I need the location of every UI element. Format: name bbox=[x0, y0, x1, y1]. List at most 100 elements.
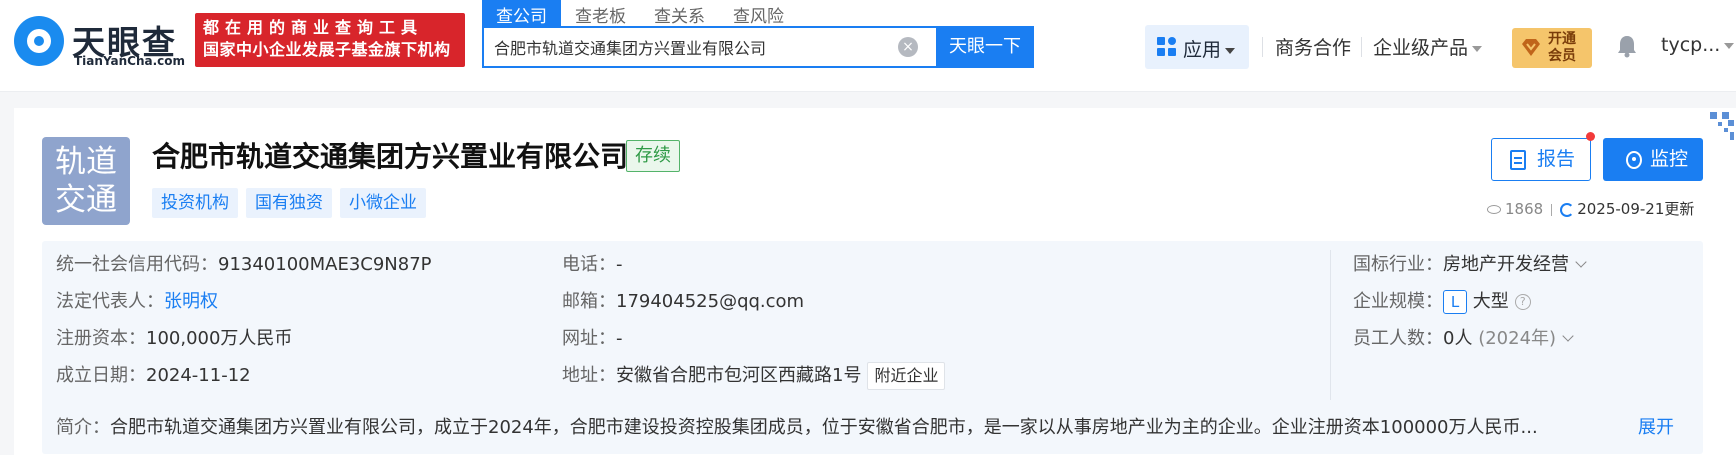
slogan-banner[interactable]: 都在用的商业查询工具 国家中小企业发展子基金旗下机构 bbox=[195, 13, 465, 67]
logo-domain: TianYanCha.com bbox=[74, 54, 186, 68]
email-row: 邮箱：179404525@qq.com bbox=[562, 287, 804, 313]
intro-row: 简介：合肥市轨道交通集团方兴置业有限公司，成立于2024年，合肥市建设投资控股集… bbox=[56, 413, 1626, 439]
chevron-down-icon bbox=[1724, 42, 1735, 49]
help-icon[interactable]: ? bbox=[1514, 294, 1531, 310]
staff-label: 员工人数： bbox=[1353, 328, 1443, 349]
diamond-icon bbox=[1522, 39, 1540, 56]
nav-divider bbox=[1361, 37, 1362, 57]
apps-grid-icon bbox=[1157, 37, 1177, 57]
legal-rep-link[interactable]: 张明权 bbox=[164, 291, 218, 312]
capital-row: 注册资本：100,000万人民币 bbox=[56, 324, 292, 350]
tab-relation[interactable]: 查关系 bbox=[640, 0, 719, 27]
address-label: 地址： bbox=[562, 365, 616, 386]
address-row: 地址：安徽省合肥市包河区西藏路1号 附近企业 bbox=[562, 361, 946, 390]
company-logo: 轨道 交通 bbox=[42, 137, 130, 225]
credit-code-row: 统一社会信用代码：91340100MAE3C9N87P bbox=[56, 250, 432, 276]
intro-text: 合肥市轨道交通集团方兴置业有限公司，成立于2024年，合肥市建设投资控股集团成员… bbox=[110, 417, 1538, 438]
capital-label: 注册资本： bbox=[56, 328, 146, 349]
vip-button[interactable]: 开通 会员 bbox=[1512, 28, 1592, 68]
phone-row: 电话：- bbox=[562, 250, 623, 276]
nav-business-cooperation[interactable]: 商务合作 bbox=[1275, 33, 1351, 60]
scale-label: 企业规模： bbox=[1353, 291, 1443, 312]
user-name: tycp... bbox=[1661, 34, 1721, 56]
founded-value: 2024-11-12 bbox=[146, 365, 251, 386]
report-button[interactable]: 报告 bbox=[1491, 138, 1591, 181]
column-divider bbox=[1330, 250, 1331, 400]
credit-code-value: 91340100MAE3C9N87P bbox=[218, 254, 432, 275]
staff-row: 员工人数：0人 (2024年) bbox=[1353, 324, 1574, 350]
email-value[interactable]: 179404525@qq.com bbox=[616, 291, 804, 312]
founded-label: 成立日期： bbox=[56, 365, 146, 386]
legal-rep-row: 法定代表人：张明权 bbox=[56, 287, 218, 313]
search-box: × 天眼一下 bbox=[482, 26, 1034, 68]
meta-divider bbox=[1551, 203, 1553, 216]
top-header: 天眼查 TianYanCha.com 都在用的商业查询工具 国家中小企业发展子基… bbox=[0, 0, 1736, 92]
bell-icon[interactable] bbox=[1616, 34, 1638, 58]
vip-label-line1: 开通 bbox=[1548, 31, 1576, 47]
view-count: 1868 bbox=[1505, 200, 1544, 218]
nav-divider bbox=[1262, 37, 1263, 57]
tab-risk[interactable]: 查风险 bbox=[719, 0, 798, 27]
intro-label: 简介： bbox=[56, 417, 110, 438]
search-tabs: 查公司 查老板 查关系 查风险 bbox=[482, 0, 798, 27]
notification-dot bbox=[1586, 132, 1595, 141]
scale-row: 企业规模： L 大型? bbox=[1353, 287, 1531, 314]
monitor-icon bbox=[1626, 151, 1642, 169]
page-meta: 1868 2025-09-21更新 bbox=[1487, 198, 1694, 219]
tag-investment-institution[interactable]: 投资机构 bbox=[152, 188, 238, 218]
site-logo[interactable]: 天眼查 TianYanCha.com bbox=[14, 16, 186, 70]
status-badge: 存续 bbox=[626, 140, 680, 172]
chevron-down-icon bbox=[1225, 47, 1236, 54]
slogan-line1: 都在用的商业查询工具 bbox=[203, 18, 424, 37]
staff-value: 0人 bbox=[1443, 328, 1473, 349]
search-input[interactable] bbox=[494, 28, 884, 66]
eye-logo-icon bbox=[14, 16, 64, 66]
clear-icon[interactable]: × bbox=[898, 37, 918, 57]
nav-enterprise-label: 企业级产品 bbox=[1373, 37, 1469, 59]
chevron-down-icon bbox=[1472, 45, 1483, 52]
founded-row: 成立日期：2024-11-12 bbox=[56, 361, 251, 387]
industry-label: 国标行业： bbox=[1353, 254, 1443, 275]
monitor-button[interactable]: 监控 bbox=[1603, 138, 1703, 181]
address-value: 安徽省合肥市包河区西藏路1号 bbox=[616, 365, 862, 386]
report-label: 报告 bbox=[1537, 148, 1576, 170]
chevron-down-icon[interactable] bbox=[1562, 330, 1574, 342]
document-icon bbox=[1510, 150, 1526, 170]
company-logo-line2: 交通 bbox=[55, 182, 117, 218]
nearby-companies-button[interactable]: 附近企业 bbox=[867, 362, 946, 390]
eye-icon bbox=[1487, 205, 1501, 214]
email-label: 邮箱： bbox=[562, 291, 616, 312]
website-row: 网址：- bbox=[562, 324, 623, 350]
scale-badge: L bbox=[1443, 290, 1467, 314]
apps-label: 应用 bbox=[1183, 39, 1222, 61]
legal-rep-label: 法定代表人： bbox=[56, 291, 164, 312]
tab-company[interactable]: 查公司 bbox=[482, 0, 561, 27]
nav-enterprise-products[interactable]: 企业级产品 bbox=[1373, 33, 1483, 60]
capital-value: 100,000万人民币 bbox=[146, 328, 293, 349]
refresh-icon[interactable] bbox=[1560, 202, 1575, 217]
industry-value[interactable]: 房地产开发经营 bbox=[1443, 254, 1569, 275]
expand-link[interactable]: 展开 bbox=[1638, 413, 1674, 439]
tag-state-owned[interactable]: 国有独资 bbox=[246, 188, 332, 218]
slogan-line2: 国家中小企业发展子基金旗下机构 bbox=[203, 40, 451, 59]
vip-label-line2: 会员 bbox=[1548, 48, 1576, 64]
search-button[interactable]: 天眼一下 bbox=[936, 26, 1034, 68]
user-menu[interactable]: tycp... bbox=[1661, 34, 1735, 56]
company-tags: 投资机构 国有独资 小微企业 bbox=[152, 188, 426, 218]
industry-row: 国标行业：房地产开发经营 bbox=[1353, 250, 1587, 276]
company-name: 合肥市轨道交通集团方兴置业有限公司 bbox=[152, 140, 629, 173]
tab-boss[interactable]: 查老板 bbox=[561, 0, 640, 27]
phone-label: 电话： bbox=[562, 254, 616, 275]
tag-small-micro[interactable]: 小微企业 bbox=[340, 188, 426, 218]
website-label: 网址： bbox=[562, 328, 616, 349]
chevron-down-icon[interactable] bbox=[1575, 256, 1587, 268]
update-date[interactable]: 2025-09-21更新 bbox=[1577, 200, 1694, 218]
phone-value: - bbox=[616, 254, 623, 275]
qr-code-icon[interactable] bbox=[1698, 110, 1736, 146]
credit-code-label: 统一社会信用代码： bbox=[56, 254, 218, 275]
staff-year: (2024年) bbox=[1478, 328, 1557, 349]
apps-menu-button[interactable]: 应用 bbox=[1145, 25, 1249, 69]
scale-value: 大型 bbox=[1472, 291, 1509, 312]
website-value: - bbox=[616, 328, 623, 349]
company-logo-line1: 轨道 bbox=[55, 144, 117, 180]
